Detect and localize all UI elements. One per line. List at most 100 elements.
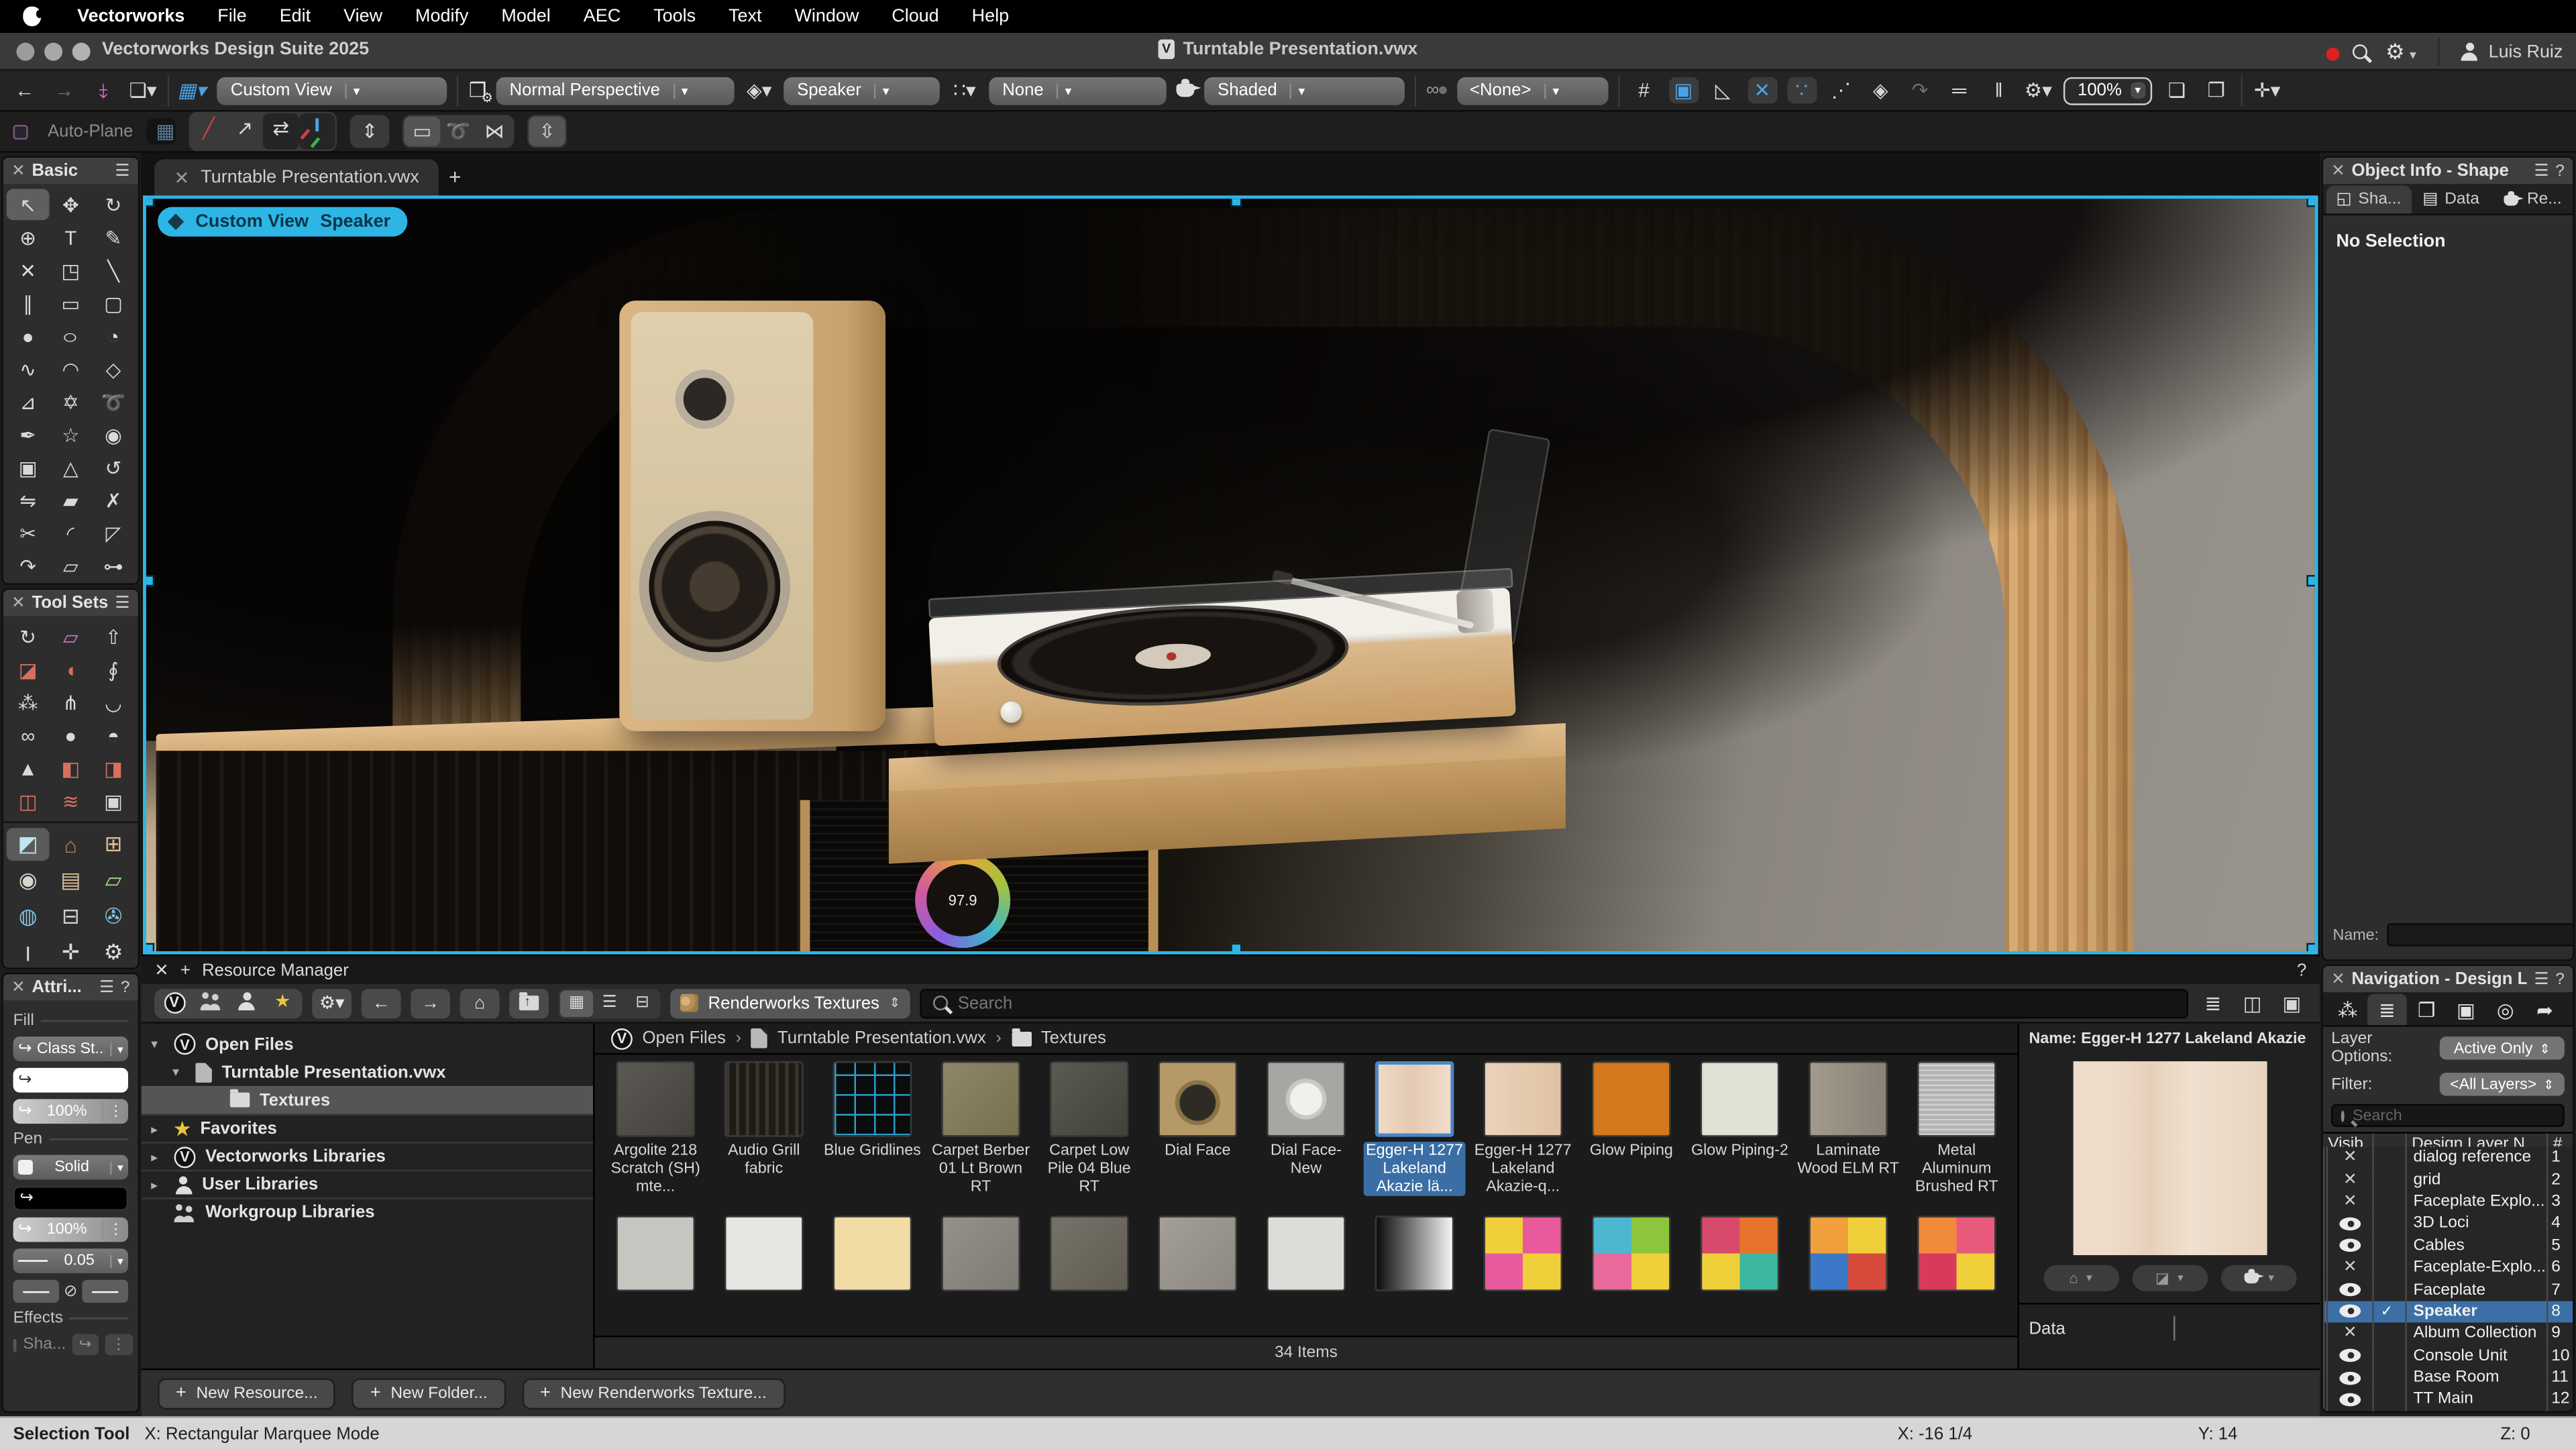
texture-dial-face-new[interactable]: Dial Face-New <box>1252 1061 1360 1196</box>
toolset-building[interactable]: ⌂ <box>49 828 92 861</box>
connect-combine-tool[interactable]: ⊶ <box>92 550 135 582</box>
menu-item[interactable]: Cloud <box>875 0 955 33</box>
texture-tile[interactable] <box>1577 1216 1686 1291</box>
visibility-cell[interactable]: ✕ <box>2323 1213 2372 1235</box>
active-layer-cell[interactable]: ✓ <box>2372 1389 2405 1411</box>
pen-color-swatch[interactable]: ↪ <box>13 1186 128 1211</box>
auto-plane-checkbox[interactable] <box>13 124 28 139</box>
design-layers-tab-icon[interactable]: ≣ <box>2367 994 2407 1026</box>
texture-tile[interactable] <box>1468 1216 1577 1291</box>
snap-to-grid-icon[interactable]: # <box>1629 80 1659 100</box>
palette-menu-icon[interactable]: ☰ <box>2534 162 2548 180</box>
working-plane-tool[interactable]: ▱ <box>49 621 92 653</box>
tree-open-files[interactable]: ▾ ★ Open Files <box>142 1030 593 1059</box>
smart-points-icon[interactable]: ⋰ <box>1826 80 1856 100</box>
palette-menu-icon[interactable]: ☰ <box>115 162 130 180</box>
hemisphere-tool[interactable]: ◓ <box>92 720 135 751</box>
settings-menu-button[interactable]: ⚙ ▾ <box>2385 40 2416 63</box>
circle-tool[interactable]: ● <box>7 321 50 352</box>
texture-carpet-berber[interactable]: Carpet Berber 01 Lt Brown RT <box>926 1061 1035 1196</box>
detail-view-icon[interactable]: ⊟ <box>626 990 659 1016</box>
sheet-layers-tab-icon[interactable]: ❐ <box>2407 994 2447 1026</box>
saved-views-tab-icon[interactable]: ◎ <box>2485 994 2525 1026</box>
menu-item[interactable]: Tools <box>637 0 712 33</box>
shadow-checkbox[interactable] <box>13 1338 17 1352</box>
toolset-camera[interactable]: ◉ <box>7 864 50 897</box>
user-account-button[interactable]: Luis Ruiz <box>2461 42 2563 61</box>
resource-type-dropdown[interactable]: Renderworks Textures <box>670 988 910 1018</box>
axis-3d-tool[interactable]: ⋔ <box>49 687 92 718</box>
visibility-cell[interactable]: ✕ <box>2323 1323 2372 1345</box>
menu-item[interactable]: Window <box>778 0 875 33</box>
palette-menu-icon[interactable]: ☰ <box>115 594 130 612</box>
layer-base-room[interactable]: ✕ ✓ Base Room 11 <box>2323 1366 2573 1389</box>
active-layer-cell[interactable]: ✓ <box>2372 1256 2405 1279</box>
tab-shape[interactable]: ◱Sha... <box>2326 186 2411 214</box>
layer-faceplate-explo-2[interactable]: ✕ ✓ Faceplate-Explo... 6 <box>2323 1256 2573 1279</box>
texture-carpet-low-pile[interactable]: Carpet Low Pile 04 Blue RT <box>1035 1061 1144 1196</box>
line-tool[interactable]: ╲ <box>92 255 135 286</box>
active-layer-cell[interactable]: ✓ <box>2372 1191 2405 1213</box>
data-visualization-icon[interactable]: ∞● <box>1426 80 1447 100</box>
texture-glow-piping[interactable]: Glow Piping <box>1577 1061 1686 1196</box>
viewport-handle[interactable] <box>2306 195 2318 207</box>
visibility-cell[interactable]: ✕ <box>2323 1279 2372 1301</box>
close-icon[interactable]: ✕ <box>11 162 25 180</box>
reshape-tool[interactable]: △ <box>49 451 92 483</box>
pen-style-dropdown[interactable]: Solid <box>13 1155 128 1180</box>
texture-tile[interactable] <box>818 1216 927 1291</box>
new-renderworks-texture-button[interactable]: + New Renderworks Texture... <box>522 1377 784 1409</box>
references-tab-icon[interactable]: ➦ <box>2525 994 2565 1026</box>
menu-item[interactable]: Edit <box>263 0 327 33</box>
drag-mode[interactable]: ⇳ <box>529 117 565 146</box>
unrestricted-scaling-mode[interactable]: ⇄ <box>263 113 299 150</box>
layer-cables[interactable]: ✕ ✓ Cables 5 <box>2323 1235 2573 1257</box>
visibility-cell[interactable]: ✕ <box>2323 1256 2372 1279</box>
active-layer-cell[interactable]: ✓ <box>2372 1169 2405 1191</box>
layer-tt-main[interactable]: ✕ ✓ TT Main 12 <box>2323 1389 2573 1411</box>
search-input[interactable] <box>958 993 2176 1012</box>
preview-material-dropdown[interactable]: ◪ <box>2132 1265 2208 1291</box>
cross-tool[interactable]: ✕ <box>7 255 50 286</box>
dome-shape-tool[interactable]: ◠ <box>49 354 92 385</box>
layer-options-dropdown[interactable]: Active Only <box>2440 1036 2565 1059</box>
reference-point-button[interactable]: ✛▾ <box>2253 80 2282 100</box>
search-icon[interactable] <box>2353 44 2367 59</box>
object-name-input[interactable] <box>2387 923 2574 946</box>
visibility-cell[interactable]: ✕ <box>2323 1366 2372 1389</box>
viewport-handle[interactable] <box>143 195 154 207</box>
viewport-handle[interactable] <box>1230 943 1242 955</box>
extract-face-tool[interactable]: ◫ <box>7 786 50 817</box>
fillet-edge-tool[interactable]: ◖ <box>49 654 92 686</box>
polyline-tool[interactable]: ◇ <box>92 354 135 385</box>
fit-to-page-button[interactable]: ❏ <box>2162 80 2192 100</box>
active-layer-cell[interactable]: ✓ <box>2372 1366 2405 1389</box>
visibility-cell[interactable]: ✕ <box>2323 1146 2372 1169</box>
snap-to-object-icon[interactable]: ▣ <box>1668 77 1698 103</box>
toolset-site-planning[interactable]: ▱ <box>92 864 135 897</box>
visibility-cell[interactable]: ✕ <box>2323 1301 2372 1323</box>
active-layer-cell[interactable]: ✓ <box>2372 1345 2405 1367</box>
filter-dropdown[interactable]: <All Layers> <box>2440 1073 2565 1095</box>
apple-menu-icon[interactable] <box>23 7 41 26</box>
viewports-tab-icon[interactable]: ▣ <box>2447 994 2486 1026</box>
snap-to-angle-icon[interactable]: ◺ <box>1708 80 1737 100</box>
split-pane-icon[interactable]: ◫ <box>2238 993 2267 1012</box>
chamfer-tool[interactable]: ◸ <box>92 517 135 549</box>
suspend-snapping-icon[interactable]: ‖ <box>1984 80 2013 100</box>
fit-to-objects-button[interactable]: ❐ <box>2202 80 2231 100</box>
new-tab-button[interactable]: + <box>449 164 462 189</box>
home-button[interactable]: ⌂ <box>460 988 500 1018</box>
drawing-viewport[interactable]: 97.9 Custom View Speaker <box>143 195 2318 954</box>
viewport-handle[interactable] <box>2306 943 2318 955</box>
texture-tile[interactable] <box>926 1216 1035 1291</box>
eraser-tool[interactable]: ▱ <box>49 550 92 582</box>
loft-surface-tool[interactable]: ∞ <box>7 720 50 751</box>
layer-search-input[interactable] <box>2353 1106 2569 1124</box>
texture-laminate-elm[interactable]: Laminate Wood ELM RT <box>1794 1061 1902 1196</box>
fill-opacity-slider[interactable]: ↪100% <box>13 1099 128 1124</box>
taper-face-tool[interactable]: ◪ <box>7 654 50 686</box>
layer-plane-icon[interactable]: ▦▾ <box>176 79 210 102</box>
shadow-menu-button[interactable]: ⋮ <box>105 1334 133 1356</box>
shell-solid-tool[interactable]: ◡ <box>92 687 135 718</box>
